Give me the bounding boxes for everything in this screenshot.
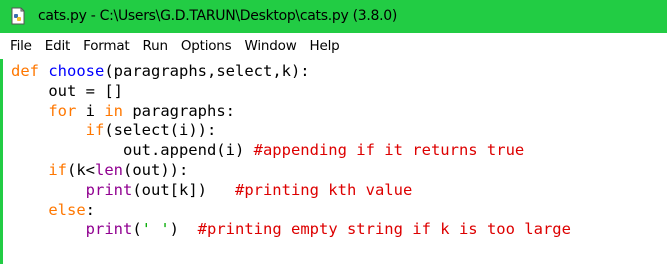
- definition-name: choose: [48, 62, 105, 80]
- window-title: cats.py - C:\Users\G.D.TARUN\Desktop\cat…: [38, 8, 398, 24]
- builtin: print: [85, 180, 133, 199]
- menu-window[interactable]: Window: [245, 38, 297, 54]
- menu-format[interactable]: Format: [83, 38, 130, 54]
- code-token: (k<: [67, 160, 95, 179]
- code-token: out.append(i): [11, 141, 254, 160]
- code-token: (: [132, 220, 142, 239]
- comment: #appending if it returns true: [253, 141, 525, 160]
- code-line[interactable]: out.append(i) #appending if it returns t…: [11, 141, 571, 161]
- string-literal: ' ': [141, 220, 170, 239]
- comment: #printing empty string if k is too large: [197, 220, 571, 239]
- code-line[interactable]: print(' ') #printing empty string if k i…: [11, 220, 571, 240]
- comment: #printing kth value: [234, 180, 413, 199]
- code-line[interactable]: def choose(paragraphs,select,k):: [11, 62, 571, 82]
- keyword: for: [48, 101, 77, 120]
- editor-left-border: [0, 59, 3, 264]
- code-token: (select(i)):: [104, 121, 217, 140]
- keyword: in: [104, 101, 123, 120]
- keyword: def: [11, 62, 39, 80]
- code-token: out = []: [11, 81, 123, 100]
- menu-help[interactable]: Help: [310, 38, 340, 54]
- code-token: (out[k]): [132, 180, 235, 199]
- code-line[interactable]: if(k<len(out)):: [11, 161, 571, 181]
- code-line[interactable]: for i in paragraphs:: [11, 102, 571, 122]
- code-token: (paragraphs,select,k):: [104, 62, 310, 80]
- menu-run[interactable]: Run: [143, 38, 168, 54]
- menu-edit[interactable]: Edit: [45, 38, 71, 54]
- title-bar[interactable]: cats.py - C:\Users\G.D.TARUN\Desktop\cat…: [0, 0, 667, 33]
- code-line[interactable]: out = []: [11, 82, 571, 102]
- keyword: else: [48, 200, 86, 219]
- menu-options[interactable]: Options: [181, 38, 232, 54]
- menu-bar: File Edit Format Run Options Window Help: [0, 33, 667, 59]
- code-line[interactable]: print(out[k]) #printing kth value: [11, 181, 571, 201]
- code-editor[interactable]: def choose(paragraphs,select,k): out = […: [0, 59, 667, 264]
- builtin: len: [95, 160, 123, 179]
- code-token: i: [76, 101, 105, 120]
- code-token: :: [85, 200, 95, 219]
- code-text[interactable]: def choose(paragraphs,select,k): out = […: [11, 62, 571, 240]
- code-token: paragraphs:: [123, 101, 235, 120]
- python-file-icon: [9, 7, 27, 25]
- code-line[interactable]: else:: [11, 201, 571, 221]
- builtin: print: [85, 220, 133, 239]
- code-line[interactable]: if(select(i)):: [11, 121, 571, 141]
- keyword: if: [48, 160, 67, 179]
- code-token: (out)):: [123, 160, 189, 179]
- code-token: ): [169, 220, 198, 239]
- menu-file[interactable]: File: [10, 38, 32, 54]
- keyword: if: [85, 121, 105, 140]
